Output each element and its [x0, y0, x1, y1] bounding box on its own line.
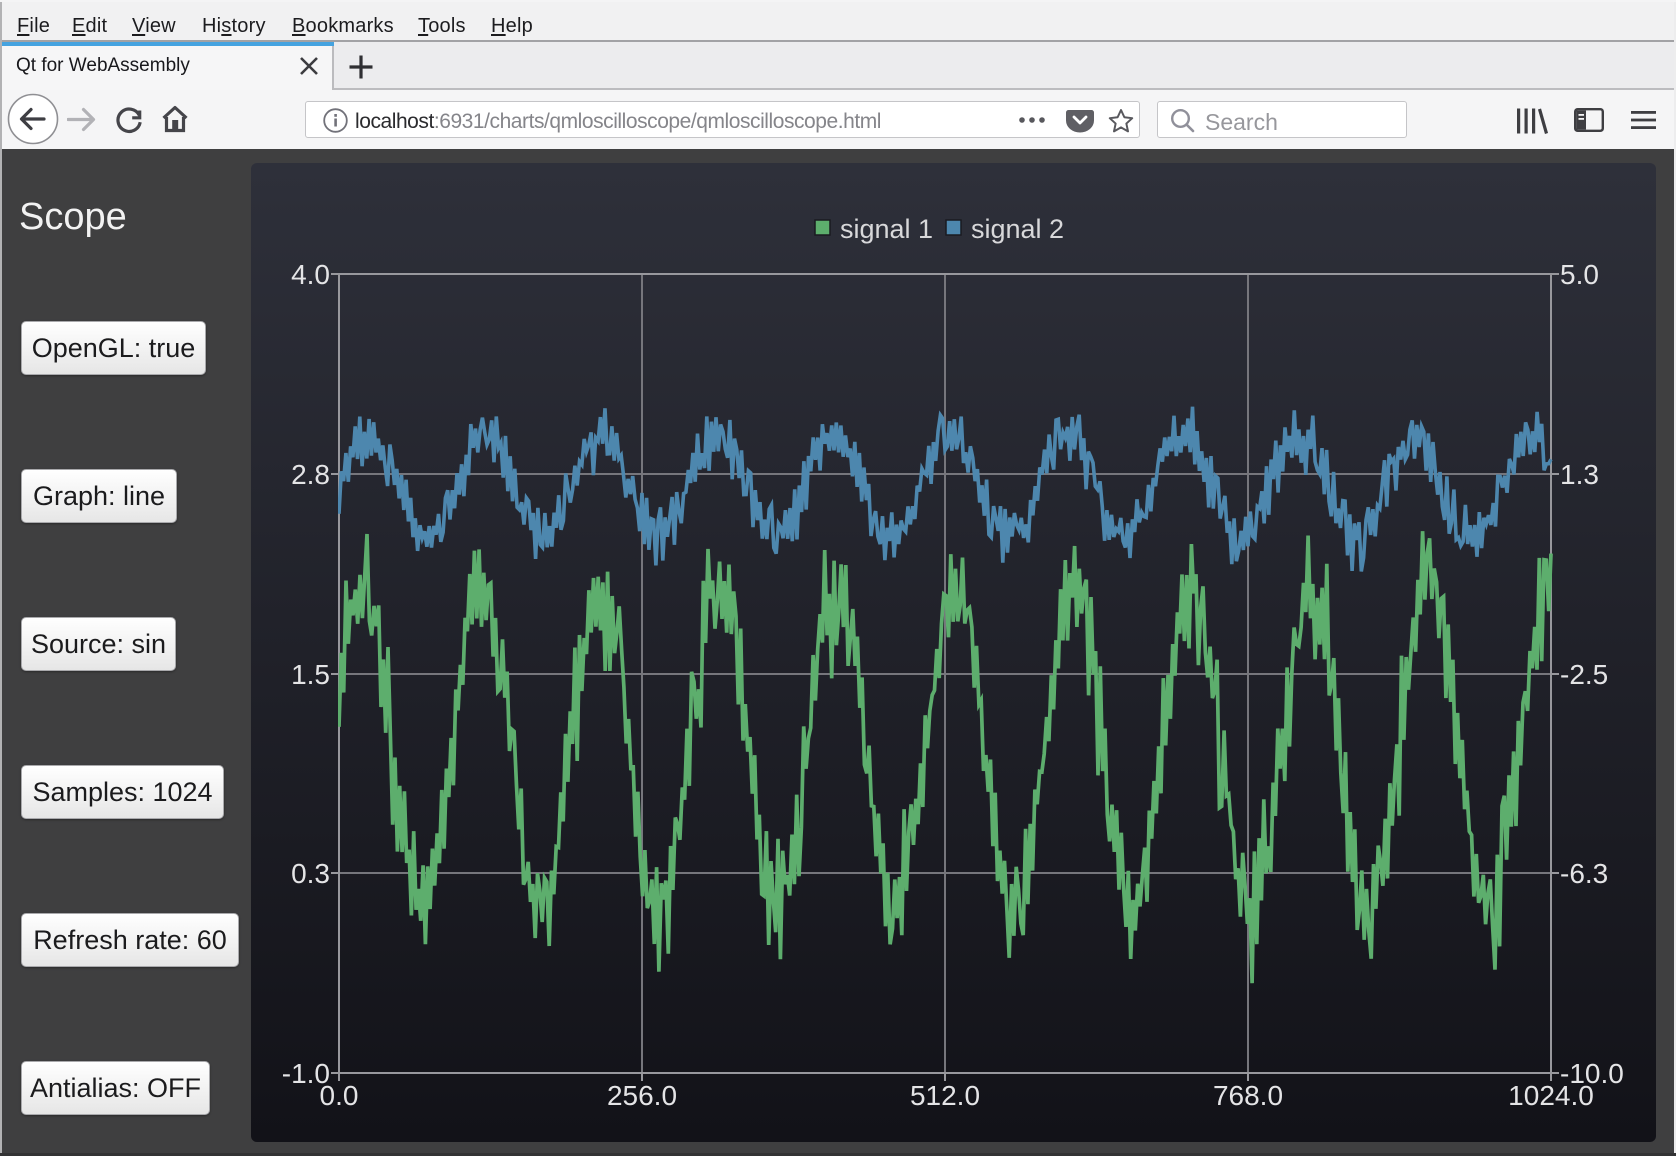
svg-text:1.3: 1.3	[1560, 459, 1599, 490]
svg-text:5.0: 5.0	[1560, 259, 1599, 290]
svg-text:signal 2: signal 2	[971, 214, 1064, 244]
svg-text:4.0: 4.0	[291, 259, 330, 290]
svg-text:768.0: 768.0	[1213, 1080, 1283, 1111]
svg-text:1024.0: 1024.0	[1508, 1080, 1594, 1111]
svg-text:1.5: 1.5	[291, 659, 330, 690]
svg-text:-6.3: -6.3	[1560, 858, 1608, 889]
svg-text:0.0: 0.0	[320, 1080, 359, 1111]
svg-text:256.0: 256.0	[607, 1080, 677, 1111]
svg-text:signal 1: signal 1	[840, 214, 933, 244]
svg-text:512.0: 512.0	[910, 1080, 980, 1111]
svg-text:0.3: 0.3	[291, 858, 330, 889]
svg-text:2.8: 2.8	[291, 459, 330, 490]
svg-text:-2.5: -2.5	[1560, 659, 1608, 690]
